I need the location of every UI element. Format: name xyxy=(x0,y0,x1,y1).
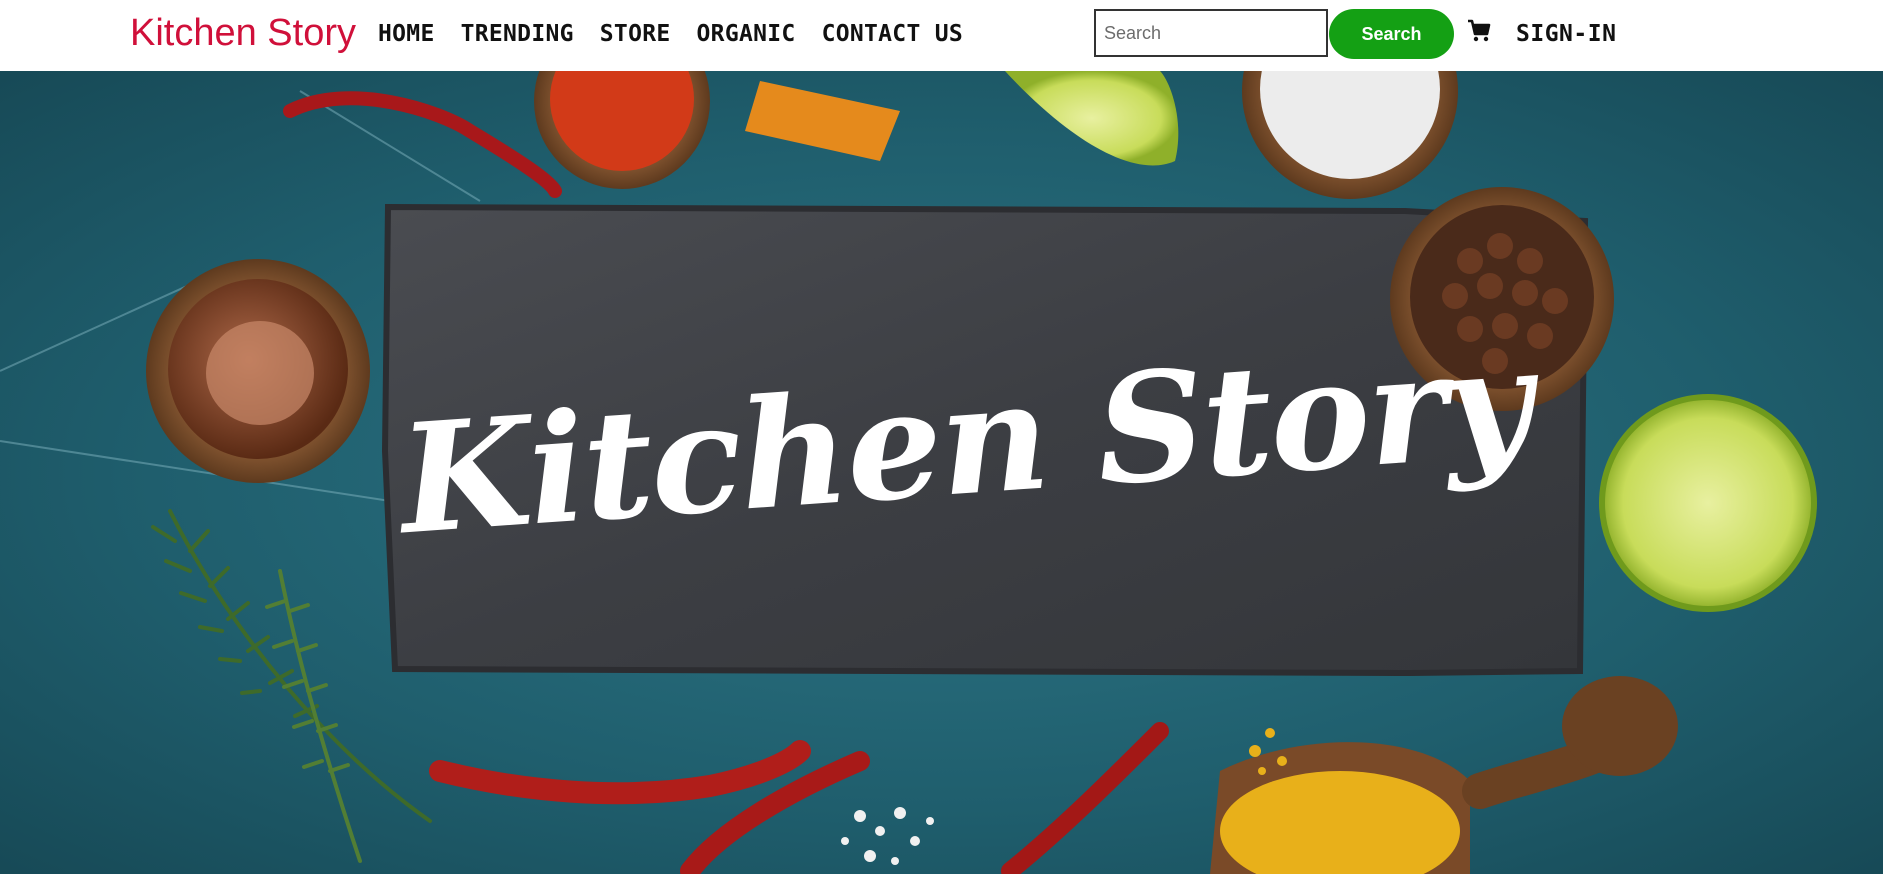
cart-icon[interactable] xyxy=(1466,18,1492,44)
sign-in-link[interactable]: SIGN-IN xyxy=(1516,20,1616,48)
search-input[interactable] xyxy=(1094,9,1328,57)
nav-trending[interactable]: TRENDING xyxy=(461,20,574,48)
search-button[interactable]: Search xyxy=(1329,9,1454,59)
hero-banner: Kitchen Story xyxy=(0,71,1883,874)
brand-logo[interactable]: Kitchen Story xyxy=(130,10,356,56)
nav-home[interactable]: HOME xyxy=(378,20,435,48)
nav-links: HOME TRENDING STORE ORGANIC CONTACT US xyxy=(378,20,989,48)
top-navbar: Kitchen Story HOME TRENDING STORE ORGANI… xyxy=(0,0,1883,71)
nav-contact-us[interactable]: CONTACT US xyxy=(822,20,963,48)
nav-store[interactable]: STORE xyxy=(600,20,671,48)
nav-organic[interactable]: ORGANIC xyxy=(697,20,796,48)
